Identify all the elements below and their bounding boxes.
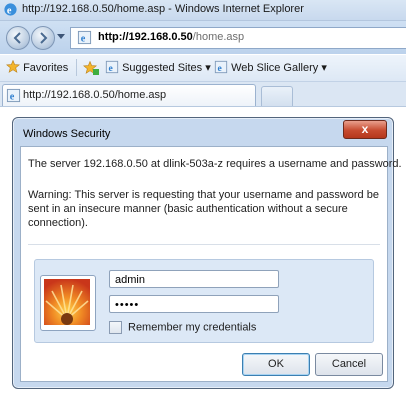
- svg-text:e: e: [81, 34, 86, 45]
- page-ie-icon: e: [77, 30, 92, 45]
- dialog-title: Windows Security: [23, 128, 111, 140]
- window-title: http://192.168.0.50/home.asp - Windows I…: [22, 3, 304, 15]
- username-field[interactable]: admin: [109, 270, 279, 288]
- insecure-warning: Warning: This server is requesting that …: [28, 189, 379, 229]
- tab-title: http://192.168.0.50/home.asp: [23, 89, 167, 101]
- new-tab-button[interactable]: [261, 86, 293, 106]
- favorites-button[interactable]: Favorites: [6, 59, 69, 74]
- credential-panel: admin ••••• Remember my credentials: [34, 259, 374, 343]
- remember-credentials-checkbox[interactable]: Remember my credentials: [109, 321, 256, 334]
- recent-pages-dropdown-icon[interactable]: [57, 34, 65, 40]
- back-arrow-icon: [13, 32, 21, 44]
- internet-explorer-icon: e: [4, 3, 17, 16]
- cancel-button[interactable]: Cancel: [315, 353, 383, 376]
- web-slice-icon: e: [214, 60, 228, 74]
- tab-home[interactable]: e http://192.168.0.50/home.asp: [2, 84, 256, 106]
- server-message: The server 192.168.0.50 at dlink-503a-z …: [28, 158, 402, 170]
- svg-text:e: e: [109, 63, 114, 74]
- web-slice-gallery-label: Web Slice Gallery ▾: [231, 62, 327, 74]
- tab-page-icon: e: [6, 88, 21, 103]
- remember-credentials-label: Remember my credentials: [128, 321, 257, 334]
- add-to-favorites-icon[interactable]: [83, 61, 99, 75]
- svg-text:e: e: [218, 63, 223, 74]
- web-slice-gallery-button[interactable]: e Web Slice Gallery ▾: [214, 60, 327, 74]
- password-field[interactable]: •••••: [109, 295, 279, 313]
- svg-text:e: e: [10, 92, 15, 103]
- flower-avatar-icon: [44, 279, 90, 325]
- window-titlebar: e http://192.168.0.50/home.asp - Windows…: [0, 0, 406, 21]
- close-button[interactable]: x: [343, 120, 387, 139]
- favorites-separator: [76, 59, 77, 76]
- checkbox-box[interactable]: [109, 321, 122, 334]
- back-button[interactable]: [6, 26, 30, 50]
- favorites-star-icon: [6, 59, 20, 73]
- tab-bar: e http://192.168.0.50/home.asp: [0, 82, 406, 107]
- ok-button[interactable]: OK: [242, 353, 310, 376]
- address-path: /home.asp: [192, 31, 245, 43]
- favorites-bar: Favorites e Suggested Sites ▾ e Web Slic…: [0, 55, 406, 82]
- user-tile: [40, 275, 96, 331]
- favorites-label: Favorites: [23, 62, 69, 74]
- svg-text:e: e: [7, 5, 12, 16]
- forward-button[interactable]: [31, 26, 55, 50]
- navigation-bar: e http://192.168.0.50/home.asp: [0, 21, 406, 54]
- windows-security-dialog: Windows Security x The server 192.168.0.…: [12, 117, 402, 389]
- address-url: http://192.168.0.50/home.asp: [98, 31, 244, 43]
- suggested-sites-icon: e: [105, 60, 119, 74]
- dialog-body: The server 192.168.0.50 at dlink-503a-z …: [20, 146, 402, 382]
- address-host: http://192.168.0.50: [98, 31, 193, 43]
- address-bar[interactable]: e http://192.168.0.50/home.asp: [70, 27, 406, 49]
- forward-arrow-icon: [40, 32, 48, 44]
- suggested-sites-label: Suggested Sites ▾: [122, 62, 211, 74]
- suggested-sites-button[interactable]: e Suggested Sites ▾: [105, 60, 211, 74]
- close-icon: x: [361, 122, 369, 136]
- dialog-divider: [28, 244, 380, 245]
